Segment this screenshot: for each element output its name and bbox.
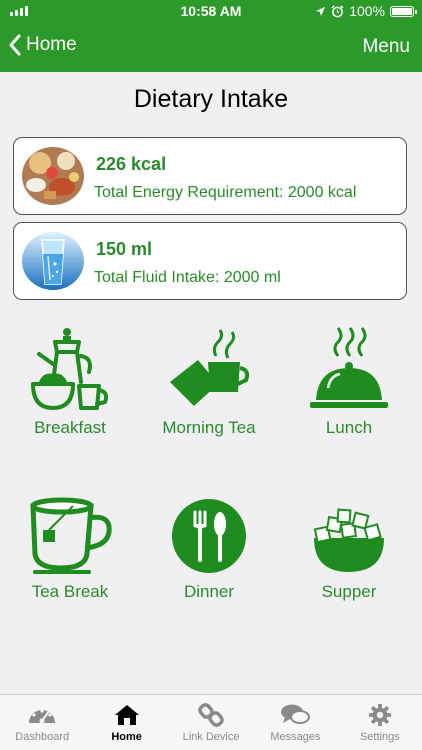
fluid-value: 150 ml bbox=[96, 239, 153, 259]
battery-icon bbox=[390, 5, 417, 17]
nav-bar: Home Menu bbox=[0, 22, 422, 72]
meal-dinner-button[interactable]: Dinner bbox=[139, 496, 279, 602]
teapot-bowl-icon bbox=[31, 328, 109, 410]
tab-label: Link Device bbox=[182, 731, 240, 743]
battery-percent: 100% bbox=[349, 3, 385, 19]
tab-label: Messages bbox=[270, 731, 321, 743]
tab-link-device[interactable]: Link Device bbox=[169, 695, 253, 750]
meal-label: Morning Tea bbox=[162, 418, 256, 437]
status-bar: 10:58 AM 100% bbox=[0, 0, 422, 22]
home-icon bbox=[114, 705, 139, 725]
fork-spoon-icon bbox=[172, 499, 246, 573]
fluid-requirement: Total Fluid Intake: 2000 ml bbox=[94, 269, 281, 286]
tab-dashboard[interactable]: Dashboard bbox=[0, 695, 84, 750]
meal-label: Dinner bbox=[183, 582, 235, 601]
tab-label: Home bbox=[111, 731, 142, 743]
back-button[interactable]: Home bbox=[8, 34, 77, 56]
tab-messages[interactable]: Messages bbox=[253, 695, 337, 750]
meal-label: Supper bbox=[321, 582, 377, 601]
fluid-card[interactable]: 150 ml Total Fluid Intake: 2000 ml bbox=[13, 222, 407, 300]
back-label: Home bbox=[26, 34, 77, 55]
location-icon bbox=[316, 6, 326, 16]
water-glass-image bbox=[22, 232, 84, 290]
meal-supper-button[interactable]: Supper bbox=[279, 496, 419, 602]
tab-settings[interactable]: Settings bbox=[338, 695, 422, 750]
bowl-icon bbox=[313, 508, 384, 572]
menu-button[interactable]: Menu bbox=[362, 36, 410, 58]
chevron-left-icon bbox=[9, 34, 21, 56]
tab-bar: Dashboard Home Link Device Messages Sett… bbox=[0, 694, 422, 750]
cloche-icon bbox=[310, 327, 388, 408]
meal-label: Lunch bbox=[325, 418, 373, 437]
chat-icon bbox=[281, 704, 311, 724]
meal-breakfast-button[interactable]: Breakfast bbox=[0, 326, 140, 438]
tea-mug-icon bbox=[30, 497, 112, 574]
tab-home[interactable]: Home bbox=[84, 695, 168, 750]
link-icon bbox=[198, 703, 224, 727]
tea-cup-icon bbox=[170, 329, 250, 406]
energy-requirement: Total Energy Requirement: 2000 kcal bbox=[94, 184, 357, 201]
page-title: Dietary Intake bbox=[133, 85, 289, 113]
meal-tea-break-button[interactable]: Tea Break bbox=[0, 496, 140, 602]
meal-lunch-button[interactable]: Lunch bbox=[279, 326, 419, 438]
gear-icon bbox=[368, 703, 391, 727]
energy-value: 226 kcal bbox=[96, 154, 167, 174]
meal-label: Breakfast bbox=[34, 418, 106, 437]
tab-label: Settings bbox=[359, 731, 400, 743]
tab-label: Dashboard bbox=[15, 731, 70, 743]
food-platter-image bbox=[22, 147, 84, 205]
gauge-icon bbox=[29, 709, 56, 724]
alarm-icon bbox=[331, 4, 344, 17]
energy-card[interactable]: 226 kcal Total Energy Requirement: 2000 … bbox=[13, 137, 407, 215]
meal-label: Tea Break bbox=[31, 582, 109, 601]
meal-morning-tea-button[interactable]: Morning Tea bbox=[139, 326, 279, 438]
